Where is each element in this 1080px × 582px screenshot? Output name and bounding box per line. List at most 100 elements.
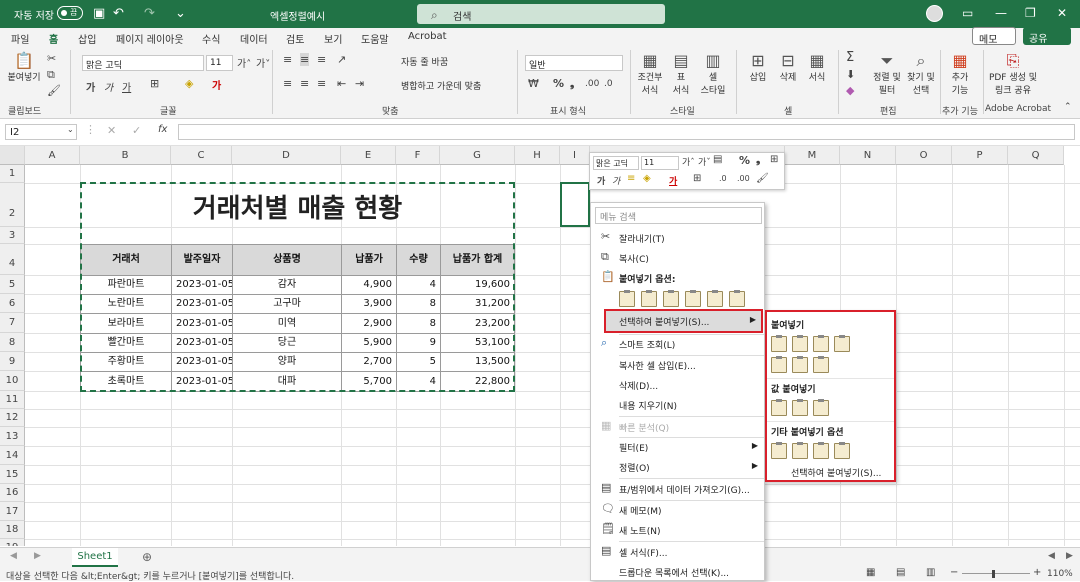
column-header[interactable]: E (341, 146, 396, 165)
zoom-level[interactable]: 110% (1047, 569, 1073, 579)
paste-icon[interactable] (619, 290, 635, 307)
align-right-icon[interactable]: ≡ (317, 77, 326, 90)
paste-formulas-number-format-icon[interactable] (813, 335, 829, 352)
create-pdf-button[interactable]: ⎘ PDF 생성 및 링크 공유 (985, 52, 1041, 97)
row-header[interactable]: 18 (0, 521, 25, 539)
menu-get-data[interactable]: ▤ 표/범위에서 데이터 가져오기(G)... (591, 479, 764, 499)
page-layout-view-icon[interactable]: ▤ (896, 567, 905, 578)
menu-paste-special[interactable]: 선택하여 붙여넣기(S)... ▶ (604, 309, 763, 333)
undo-icon[interactable]: ↶ (113, 6, 124, 21)
row-header[interactable]: 4 (0, 244, 25, 275)
row-header[interactable]: 8 (0, 333, 25, 352)
worksheet-grid[interactable]: A B C D E F G H I M N O P Q 1 2 3 4 5 6 … (0, 146, 1080, 546)
cell-styles-button[interactable]: ▥ 셀 스타일 (698, 52, 728, 97)
memo-button[interactable]: 메모 (972, 27, 1016, 46)
paste-button[interactable]: 📋 붙여넣기 (6, 52, 42, 84)
addins-button[interactable]: ▦ 추가 기능 (948, 52, 972, 97)
accounting-format-icon[interactable]: ₩ (528, 77, 539, 90)
orientation-icon[interactable]: ↗ (337, 53, 346, 66)
redo-icon[interactable]: ↷ (144, 6, 155, 21)
menu-smart-lookup[interactable]: ⌕ 스마트 조회(L) (591, 334, 764, 354)
mini-bold-icon[interactable]: 가 (597, 174, 605, 187)
paste-values-number-format-icon[interactable] (792, 399, 808, 416)
align-center-icon[interactable]: ≡ (300, 77, 309, 90)
column-header[interactable]: N (840, 146, 896, 165)
font-size-dropdown[interactable]: 11 (206, 55, 233, 71)
row-header[interactable]: 16 (0, 484, 25, 502)
hscroll-right-icon[interactable]: ▶ (1066, 551, 1073, 561)
column-header[interactable]: G (440, 146, 515, 165)
search-box[interactable]: ⌕ 검색 (417, 4, 665, 24)
column-header[interactable]: M (785, 146, 840, 165)
normal-view-icon[interactable]: ▦ (866, 567, 875, 578)
font-name-dropdown[interactable]: 맑은 고딕 (82, 55, 204, 71)
paste-link-icon[interactable] (729, 290, 745, 307)
format-cells-button[interactable]: ▦ 서식 (806, 52, 828, 84)
paste-formulas-icon[interactable] (663, 290, 679, 307)
tab-view[interactable]: 보기 (324, 31, 342, 46)
menu-sort[interactable]: 정렬(O) ▶ (591, 457, 764, 477)
paste-transpose-icon[interactable] (685, 290, 701, 307)
mini-italic-icon[interactable]: 가 (612, 174, 620, 187)
find-select-button[interactable]: ⌕ 찾기 및 선택 (904, 52, 938, 97)
percent-icon[interactable]: % (553, 77, 564, 90)
fill-icon[interactable]: ⬇ (846, 68, 855, 81)
paste-formatting-icon[interactable] (707, 290, 723, 307)
delete-cells-button[interactable]: ⊟ 삭제 (777, 52, 799, 84)
tab-help[interactable]: 도움말 (361, 31, 389, 46)
underline-icon[interactable]: 가 (122, 79, 131, 94)
tab-acrobat[interactable]: Acrobat (408, 31, 447, 42)
enter-icon[interactable]: ✓ (132, 124, 141, 137)
grow-font-icon[interactable]: 가˄ (237, 55, 251, 70)
mini-increase-decimal-icon[interactable]: .0 (719, 174, 727, 183)
row-header[interactable]: 6 (0, 294, 25, 313)
paste-picture-icon[interactable] (813, 442, 829, 459)
fill-color-icon[interactable]: ◈ (185, 77, 193, 90)
copy-icon[interactable]: ⧉ (47, 68, 55, 82)
clear-icon[interactable]: ◆ (846, 84, 854, 97)
menu-copy[interactable]: ⧉ 복사(C) (591, 248, 764, 268)
menu-search-input[interactable]: 메뉴 검색 (595, 207, 762, 224)
cancel-icon[interactable]: ✕ (107, 124, 116, 137)
paste-linked-picture-icon[interactable] (834, 442, 850, 459)
column-header[interactable]: I (560, 146, 590, 165)
scroll-left-icon[interactable]: ◀ (10, 551, 17, 561)
column-header[interactable]: C (171, 146, 232, 165)
tab-review[interactable]: 검토 (286, 31, 304, 46)
column-header[interactable]: D (232, 146, 341, 165)
align-middle-icon[interactable]: ≡ (300, 53, 310, 66)
shrink-font-icon[interactable]: 가˅ (256, 55, 270, 70)
customize-qat-icon[interactable]: ⌄ (175, 6, 186, 21)
zoom-in-icon[interactable]: + (1033, 567, 1041, 578)
menu-new-note[interactable]: 🗒 새 노트(N) (591, 520, 764, 540)
mini-decrease-decimal-icon[interactable]: .00 (737, 174, 750, 183)
tab-page-layout[interactable]: 페이지 레이아웃 (116, 31, 184, 46)
menu-delete[interactable]: 삭제(D)... (591, 375, 764, 395)
column-header[interactable]: B (80, 146, 171, 165)
align-left-icon[interactable]: ≡ (283, 77, 292, 90)
paste-formulas-icon[interactable] (792, 335, 808, 352)
tab-insert[interactable]: 삽입 (78, 31, 96, 46)
select-all-corner[interactable] (0, 146, 25, 165)
border-icon[interactable]: ⊞ (150, 77, 159, 90)
mini-align-icon[interactable]: ≡ (627, 173, 635, 184)
zoom-slider[interactable] (962, 573, 1030, 574)
italic-icon[interactable]: 가 (104, 79, 113, 94)
ribbon-display-icon[interactable]: ▭ (962, 6, 973, 20)
mini-fill-icon[interactable]: ◈ (643, 173, 651, 184)
row-header[interactable]: 14 (0, 446, 25, 465)
menu-cut[interactable]: ✂ 잘라내기(T) (591, 228, 764, 248)
increase-decimal-icon[interactable]: .00 (585, 79, 599, 89)
sort-filter-button[interactable]: ⏷ 정렬 및 필터 (870, 52, 904, 97)
column-header[interactable]: A (25, 146, 80, 165)
zoom-out-icon[interactable]: − (950, 567, 958, 578)
paste-keep-source-format-icon[interactable] (834, 335, 850, 352)
paste-values-icon[interactable] (641, 290, 657, 307)
menu-filter[interactable]: 필터(E) ▶ (591, 437, 764, 457)
mini-font-color-icon[interactable]: 가 (669, 174, 677, 187)
row-header[interactable]: 11 (0, 391, 25, 409)
insert-function-icon[interactable]: fx (158, 124, 167, 135)
decrease-indent-icon[interactable]: ⇤ (337, 77, 346, 90)
autosum-icon[interactable]: Σ (846, 50, 854, 65)
maximize-icon[interactable]: ❐ (1025, 6, 1036, 20)
